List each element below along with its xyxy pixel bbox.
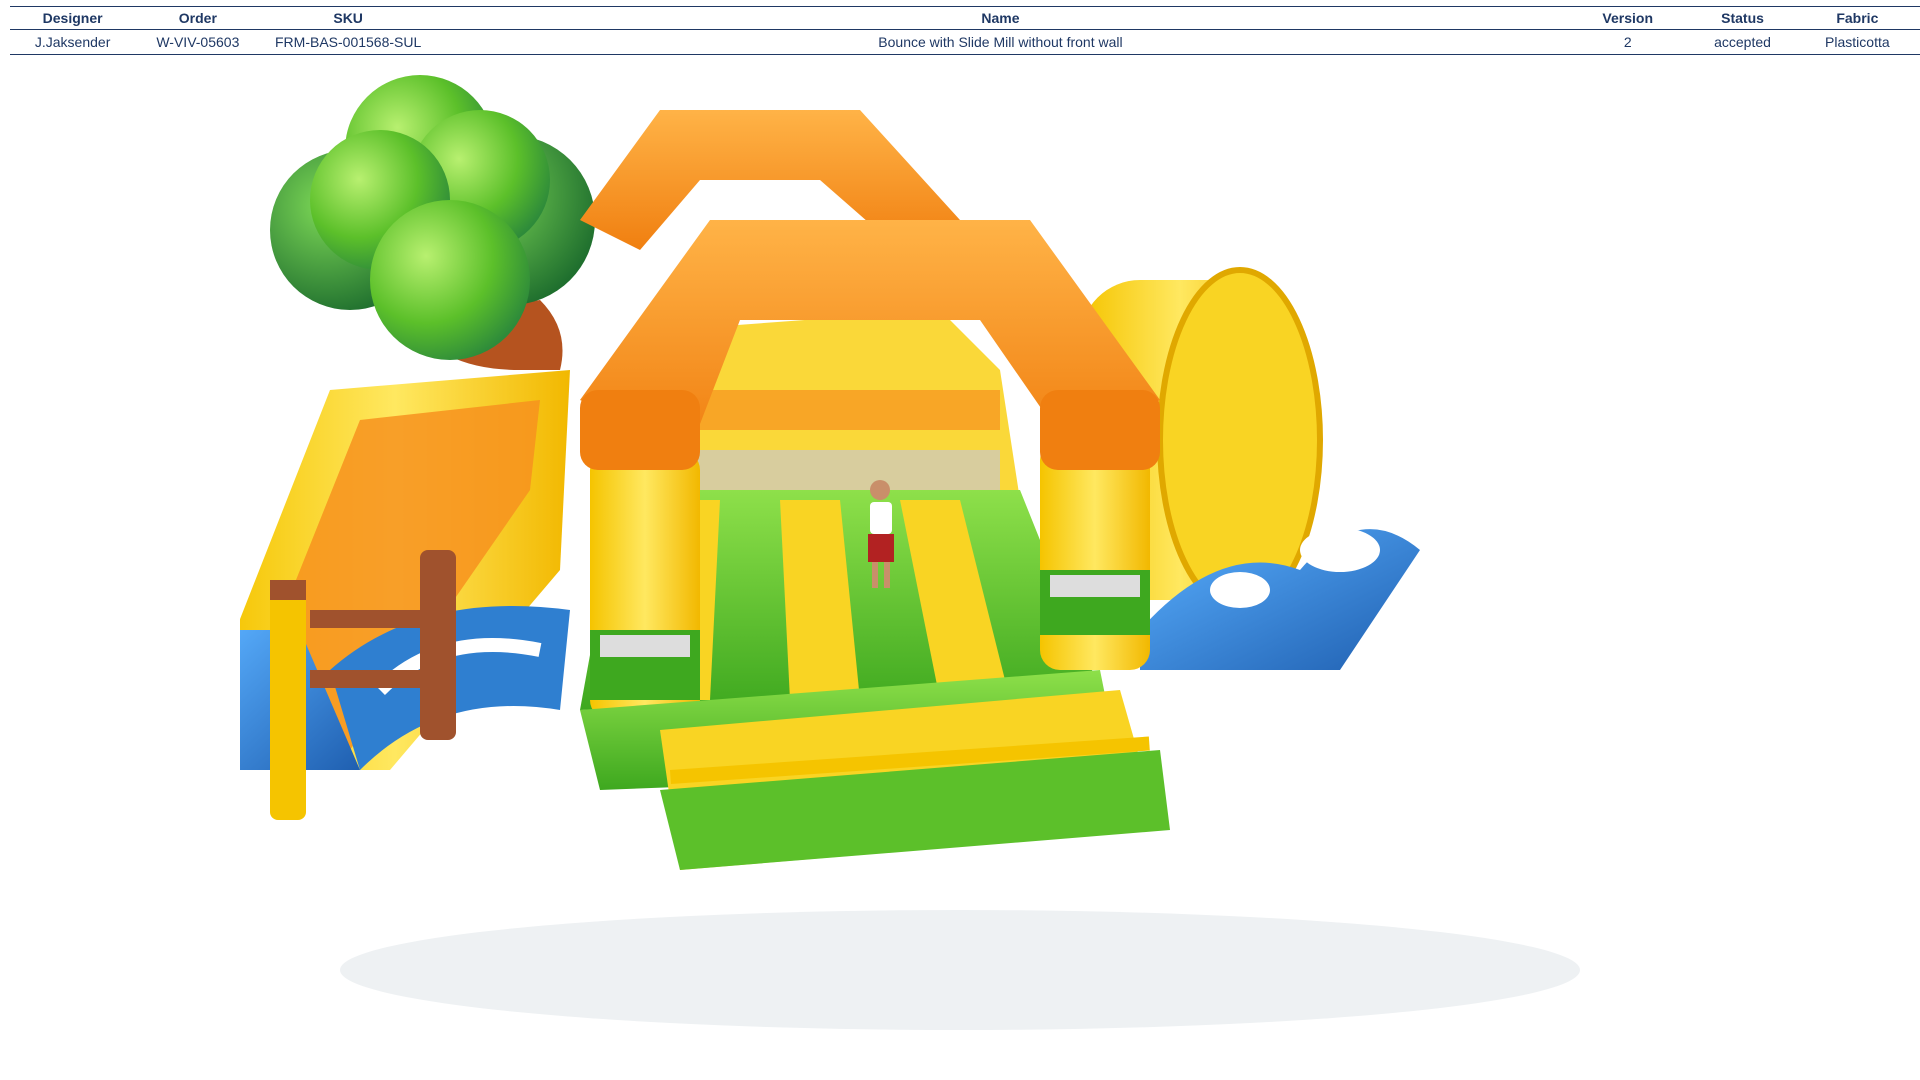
cell-fabric: Plasticotta [1794, 29, 1920, 55]
header-order: Order [135, 6, 261, 30]
header-version: Version [1565, 6, 1691, 30]
ground-shadow [340, 910, 1580, 1030]
table-row: J.Jaksender W-VIV-05603 FRM-BAS-001568-S… [10, 29, 1920, 55]
product-render [240, 70, 1680, 1070]
header-sku: SKU [260, 6, 436, 30]
cell-sku: FRM-BAS-001568-SUL [260, 29, 436, 55]
header-designer: Designer [10, 6, 136, 30]
header-name: Name [435, 6, 1566, 30]
spec-table: Designer Order SKU Name Version Status F… [10, 6, 1920, 55]
cell-status: accepted [1690, 29, 1795, 55]
spec-table-header-row: Designer Order SKU Name Version Status F… [10, 6, 1920, 30]
cell-order: W-VIV-05603 [135, 29, 261, 55]
cell-name: Bounce with Slide Mill without front wal… [435, 29, 1566, 55]
cell-designer: J.Jaksender [10, 29, 136, 55]
bounce-castle-illustration [240, 75, 1580, 1030]
header-status: Status [1690, 6, 1795, 30]
cell-version: 2 [1565, 29, 1691, 55]
header-fabric: Fabric [1794, 6, 1920, 30]
